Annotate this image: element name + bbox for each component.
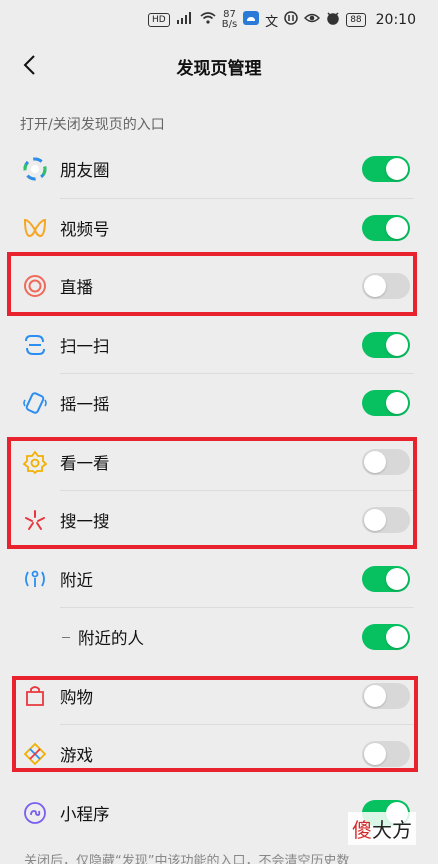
toggle-knob	[364, 275, 386, 298]
toggle-shake[interactable]	[362, 390, 410, 417]
list-item-channels: 视频号	[0, 199, 438, 258]
nav-bar: 发现页管理	[0, 40, 438, 94]
cloud-icon	[243, 11, 260, 29]
section-label: 打开/关闭发现页的入口	[20, 117, 165, 133]
item-label: 附近的人	[78, 629, 144, 649]
network-speed-unit: B/s	[221, 19, 238, 30]
channels-icon	[22, 215, 48, 241]
list-item-shake: 摇一摇	[0, 374, 438, 433]
item-label: 朋友圈	[60, 161, 110, 181]
toggle-knob	[364, 684, 386, 707]
list-item-shopping: 购物	[0, 667, 438, 725]
toggle-knob	[364, 509, 386, 532]
shake-icon	[22, 390, 48, 416]
toggle-knob	[386, 333, 408, 356]
alarm-icon	[326, 11, 340, 29]
toggle-search[interactable]	[362, 507, 410, 534]
list-item-moments: 朋友圈	[0, 140, 438, 199]
item-label: 小程序	[60, 804, 110, 824]
watermark-logo: 傻大方	[348, 812, 416, 845]
list-item-nearby: 附近	[0, 550, 438, 608]
eye-icon	[304, 12, 321, 28]
wifi-icon	[200, 12, 216, 28]
list-item-people-nearby: 附近的人	[0, 608, 438, 667]
entry-list: 朋友圈 视频号 直播 扫一扫 摇一摇 看一看 搜一搜 附近 附近的人 购物 游戏…	[0, 140, 438, 842]
toggle-nearby[interactable]	[362, 565, 410, 592]
list-item-top-stories: 看一看	[0, 433, 438, 491]
toggle-knob	[386, 216, 408, 239]
live-icon	[22, 273, 48, 299]
toggle-channels[interactable]	[362, 214, 410, 241]
toggle-knob	[364, 450, 386, 473]
scan-icon	[22, 332, 48, 358]
mini-programs-icon	[22, 800, 48, 826]
toggle-games[interactable]	[362, 741, 410, 768]
toggle-live[interactable]	[362, 273, 410, 300]
network-speed: 87 B/s	[222, 10, 237, 30]
toggle-knob	[364, 743, 386, 766]
item-label: 游戏	[60, 746, 93, 766]
item-label: 购物	[60, 687, 93, 707]
footer-note: 关闭后，仅隐藏“发现”中该功能的入口，不会清空历史数	[24, 854, 350, 864]
toggle-scan[interactable]	[362, 331, 410, 358]
toggle-moments[interactable]	[362, 156, 410, 183]
item-label: 直播	[60, 278, 93, 298]
item-label: 摇一摇	[60, 395, 110, 415]
toggle-people-nearby[interactable]	[362, 624, 410, 651]
list-item-scan: 扫一扫	[0, 316, 438, 374]
status-bar: HD 87 B/s 文 88 20:10	[0, 0, 438, 40]
toggle-knob	[386, 392, 408, 415]
hd-icon: HD	[148, 13, 170, 27]
nearby-icon	[22, 566, 48, 592]
search-icon	[22, 507, 48, 533]
toggle-knob	[386, 158, 408, 181]
battery-indicator: 88	[346, 13, 366, 27]
list-item-search: 搜一搜	[0, 491, 438, 550]
list-item-games: 游戏	[0, 725, 438, 784]
sub-item-dash	[62, 636, 70, 638]
item-label: 视频号	[60, 219, 110, 239]
moments-icon	[22, 156, 48, 182]
top-stories-icon	[22, 449, 48, 475]
watermark-part-2: 大方	[372, 818, 412, 842]
shopping-icon	[22, 683, 48, 709]
toggle-shopping[interactable]	[362, 682, 410, 709]
page-title: 发现页管理	[176, 59, 262, 79]
toggle-knob	[386, 626, 408, 649]
translate-icon: 文	[265, 14, 279, 30]
nfc-icon	[284, 11, 298, 29]
toggle-top-stories[interactable]	[362, 448, 410, 475]
item-label: 搜一搜	[60, 512, 110, 532]
item-label: 附近	[60, 570, 93, 590]
item-label: 扫一扫	[60, 336, 110, 356]
item-label: 看一看	[60, 453, 110, 473]
signal-icon	[176, 12, 194, 28]
toggle-knob	[386, 567, 408, 590]
games-icon	[22, 741, 48, 767]
watermark-part-1: 傻	[352, 818, 372, 842]
list-item-live: 直播	[0, 257, 438, 316]
clock: 20:10	[375, 12, 416, 28]
